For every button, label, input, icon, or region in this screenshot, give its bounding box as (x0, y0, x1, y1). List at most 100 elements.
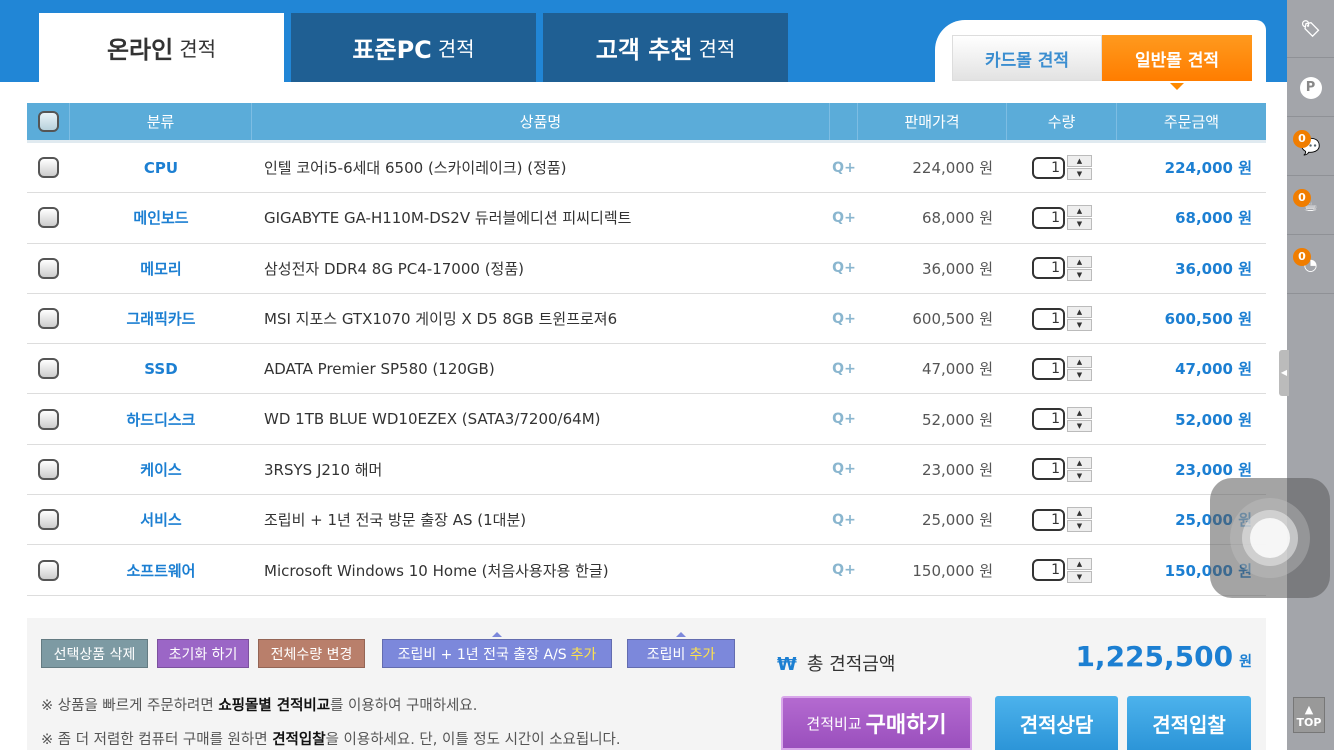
row-checkbox[interactable] (38, 408, 59, 430)
table-row: 서비스 조립비 + 1년 전국 방문 출장 AS (1대분) Q+ 25,000… (27, 495, 1266, 546)
point-icon[interactable]: P (1287, 59, 1334, 117)
decrement-icon[interactable]: ▼ (1067, 419, 1092, 432)
row-category: 메인보드 (133, 209, 189, 228)
row-checkbox[interactable] (38, 308, 59, 330)
decrement-icon[interactable]: ▼ (1067, 218, 1092, 231)
zoom-plus-icon[interactable]: Q+ (830, 445, 858, 494)
sidebar-collapse-handle[interactable]: ◀ (1279, 350, 1289, 396)
quantity-stepper[interactable]: 1 ▲ ▼ (1032, 507, 1092, 533)
table-row: 하드디스크 WD 1TB BLUE WD10EZEX (SATA3/7200/6… (27, 394, 1266, 445)
row-checkbox[interactable] (38, 358, 59, 380)
decrement-icon[interactable]: ▼ (1067, 268, 1092, 281)
row-price: 150,000 원 (912, 561, 993, 580)
row-price: 23,000 원 (921, 460, 993, 479)
row-product: Microsoft Windows 10 Home (처음사용자용 한글) (264, 561, 609, 580)
row-checkbox[interactable] (38, 559, 59, 581)
summary-panel: 선택상품 삭제 초기화 하기 전체수량 변경 조립비 + 1년 전국 출장 A/… (27, 618, 1266, 750)
quantity-input[interactable]: 1 (1032, 559, 1065, 582)
row-checkbox[interactable] (38, 207, 59, 229)
quantity-stepper[interactable]: 1 ▲ ▼ (1032, 306, 1092, 332)
quantity-stepper[interactable]: 1 ▲ ▼ (1032, 456, 1092, 482)
consult-button[interactable]: 견적상담 (995, 696, 1118, 750)
quantity-input[interactable]: 1 (1032, 408, 1065, 431)
quantity-input[interactable]: 1 (1032, 357, 1065, 380)
zoom-plus-icon[interactable]: Q+ (830, 244, 858, 293)
quantity-input[interactable]: 1 (1032, 257, 1065, 280)
decrement-icon[interactable]: ▼ (1067, 319, 1092, 332)
decrement-icon[interactable]: ▼ (1067, 570, 1092, 583)
table-header: 분류 상품명 판매가격 수량 주문금액 (27, 103, 1266, 143)
zoom-plus-icon[interactable]: Q+ (830, 294, 858, 343)
tab-label: 온라인 (106, 36, 174, 64)
increment-icon[interactable]: ▲ (1067, 255, 1092, 268)
zoom-plus-icon[interactable]: Q+ (830, 143, 858, 192)
quantity-stepper[interactable]: 1 ▲ ▼ (1032, 356, 1092, 382)
delete-selected-button[interactable]: 선택상품 삭제 (41, 639, 148, 668)
increment-icon[interactable]: ▲ (1067, 306, 1092, 319)
header-category: 분류 (70, 103, 252, 140)
decrement-icon[interactable]: ▼ (1067, 369, 1092, 382)
row-product: 삼성전자 DDR4 8G PC4-17000 (정품) (264, 259, 525, 278)
row-checkbox[interactable] (38, 157, 59, 179)
quantity-input[interactable]: 1 (1032, 156, 1065, 179)
add-assembly-as-button[interactable]: 조립비 + 1년 전국 출장 A/S 추가 (382, 639, 612, 668)
row-category: 케이스 (140, 460, 182, 479)
scroll-top-button[interactable]: ▲ TOP (1293, 697, 1325, 733)
estimate-table: 분류 상품명 판매가격 수량 주문금액 CPU 인텔 코어i5-6세대 6500… (27, 103, 1266, 596)
row-product: WD 1TB BLUE WD10EZEX (SATA3/7200/64M) (264, 410, 601, 429)
tab-sublabel: 견적 (179, 37, 217, 61)
tab-online-estimate[interactable]: 온라인 견적 (39, 13, 284, 82)
increment-icon[interactable]: ▲ (1067, 356, 1092, 369)
quantity-stepper[interactable]: 1 ▲ ▼ (1032, 205, 1092, 231)
compare-purchase-button[interactable]: 견적비교 구매하기 (781, 696, 972, 750)
row-product: ADATA Premier SP580 (120GB) (264, 359, 495, 378)
row-price: 600,500 원 (912, 310, 993, 329)
add-assembly-button[interactable]: 조립비 추가 (627, 639, 735, 668)
row-category: 소프트웨어 (126, 561, 196, 580)
increment-icon[interactable]: ▲ (1067, 456, 1092, 469)
row-product: GIGABYTE GA-H110M-DS2V 듀러블에디션 피씨디렉트 (264, 209, 632, 228)
assistive-touch-button[interactable] (1210, 478, 1330, 598)
zoom-plus-icon[interactable]: Q+ (830, 193, 858, 242)
change-all-qty-button[interactable]: 전체수량 변경 (258, 639, 365, 668)
row-amount: 52,000 원 (1175, 410, 1252, 429)
recent-icon[interactable]: 0 ◔ (1287, 236, 1334, 294)
zoom-plus-icon[interactable]: Q+ (830, 344, 858, 393)
card-mall-button[interactable]: 카드몰 견적 (952, 35, 1102, 81)
cart-icon[interactable]: 0 ☕ (1287, 177, 1334, 235)
zoom-plus-icon[interactable]: Q+ (830, 545, 858, 594)
increment-icon[interactable]: ▲ (1067, 205, 1092, 218)
quantity-input[interactable]: 1 (1032, 458, 1065, 481)
quantity-input[interactable]: 1 (1032, 206, 1065, 229)
quantity-stepper[interactable]: 1 ▲ ▼ (1032, 557, 1092, 583)
tab-standard-pc[interactable]: 표준PC 견적 (291, 13, 536, 82)
quantity-input[interactable]: 1 (1032, 508, 1065, 531)
general-mall-button[interactable]: 일반몰 견적 (1102, 35, 1252, 90)
increment-icon[interactable]: ▲ (1067, 557, 1092, 570)
quantity-stepper[interactable]: 1 ▲ ▼ (1032, 255, 1092, 281)
zoom-plus-icon[interactable]: Q+ (830, 495, 858, 544)
decrement-icon[interactable]: ▼ (1067, 469, 1092, 482)
select-all-checkbox[interactable] (37, 111, 59, 132)
total-label: ₩ 총 견적금액 (777, 654, 896, 675)
tag-icon[interactable]: 🏷 (1287, 0, 1334, 58)
row-category: SSD (144, 359, 178, 378)
right-sidebar: 🏷 P 0 💬 0 ☕ 0 ◔ (1287, 0, 1334, 750)
won-icon: ₩ (777, 654, 797, 675)
row-checkbox[interactable] (38, 509, 59, 531)
quantity-stepper[interactable]: 1 ▲ ▼ (1032, 155, 1092, 181)
quantity-stepper[interactable]: 1 ▲ ▼ (1032, 406, 1092, 432)
reset-button[interactable]: 초기화 하기 (157, 639, 249, 668)
row-checkbox[interactable] (38, 257, 59, 279)
increment-icon[interactable]: ▲ (1067, 507, 1092, 520)
tab-customer-recommend[interactable]: 고객 추천 견적 (543, 13, 788, 82)
increment-icon[interactable]: ▲ (1067, 406, 1092, 419)
zoom-plus-icon[interactable]: Q+ (830, 394, 858, 443)
decrement-icon[interactable]: ▼ (1067, 520, 1092, 533)
bid-button[interactable]: 견적입찰 (1127, 696, 1251, 750)
quantity-input[interactable]: 1 (1032, 307, 1065, 330)
decrement-icon[interactable]: ▼ (1067, 168, 1092, 181)
increment-icon[interactable]: ▲ (1067, 155, 1092, 168)
comment-icon[interactable]: 0 💬 (1287, 118, 1334, 176)
row-checkbox[interactable] (38, 458, 59, 480)
